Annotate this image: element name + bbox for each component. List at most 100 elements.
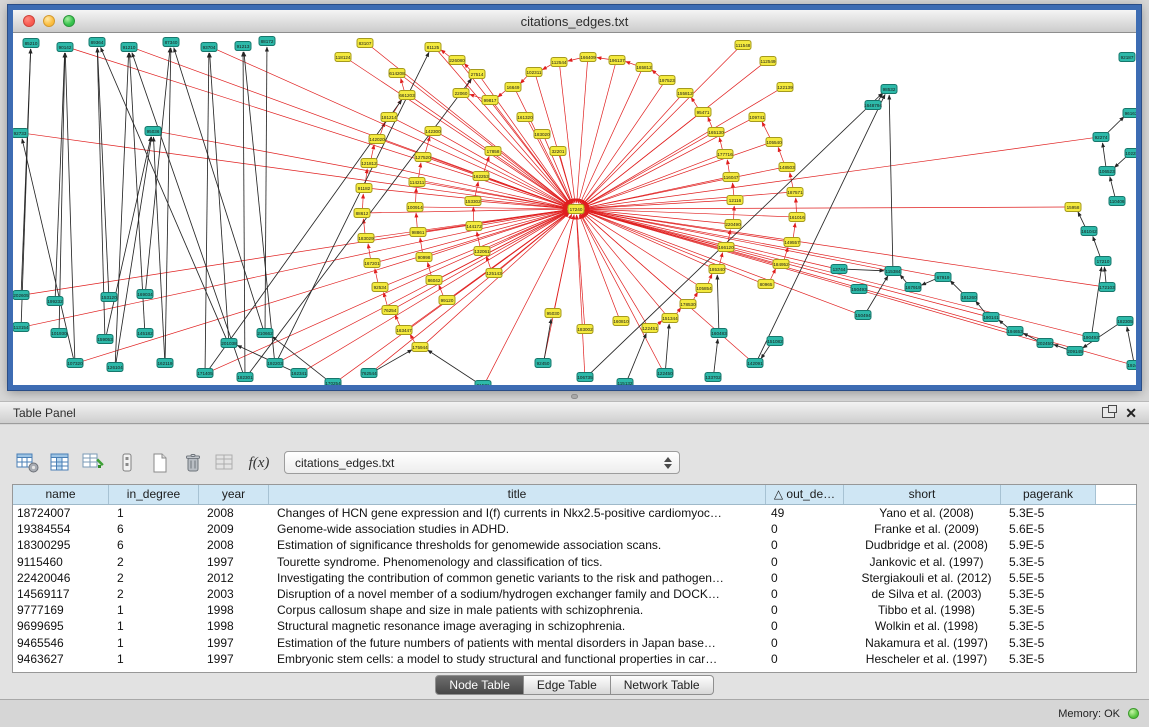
graph-node[interactable]: 209145 [1067, 347, 1083, 356]
graph-node[interactable]: 142091 [747, 359, 763, 368]
graph-node[interactable]: 125143 [486, 269, 502, 278]
graph-node[interactable]: 162341 [291, 369, 307, 378]
graph-node[interactable]: 132061 [474, 247, 490, 256]
graph-node[interactable]: 171405 [197, 369, 213, 378]
graph-node[interactable]: 145182 [137, 329, 153, 338]
graph-node[interactable]: 27514 [469, 70, 485, 79]
graph-node[interactable]: 166409 [580, 53, 596, 62]
graph-node[interactable]: 17210 [1095, 257, 1111, 266]
graph-node[interactable]: 182301 [237, 373, 253, 382]
graph-node[interactable]: 98861 [410, 228, 426, 237]
import-table-button[interactable] [212, 450, 240, 477]
graph-node[interactable]: 181260 [961, 293, 977, 302]
graph-node[interactable]: 86042 [426, 276, 442, 285]
graph-node[interactable]: 160810 [613, 317, 629, 326]
column-header-title[interactable]: title [269, 485, 766, 504]
graph-node[interactable]: 113154 [13, 323, 29, 332]
graph-node[interactable]: 92534 [372, 283, 388, 292]
create-table-button[interactable] [146, 450, 174, 477]
table-row[interactable]: 969969511998Structural magnetic resonanc… [13, 618, 1136, 634]
graph-node[interactable]: 162119 [157, 359, 173, 368]
table-row[interactable]: 946362711997Embryonic stem cells: a mode… [13, 651, 1136, 667]
graph-node[interactable]: 762544 [361, 369, 377, 378]
graph-node[interactable]: 122450 [657, 369, 673, 378]
tab-edge-table[interactable]: Edge Table [524, 675, 611, 695]
graph-node[interactable]: 106735 [577, 373, 593, 382]
graph-node[interactable]: 183002 [577, 325, 593, 334]
column-header-pagerank[interactable]: pagerank [1001, 485, 1096, 504]
graph-node[interactable]: 185340 [709, 265, 725, 274]
graph-node[interactable]: 190493 [1083, 333, 1099, 342]
graph-node[interactable]: 111548 [735, 41, 751, 50]
graph-node[interactable]: 93704 [201, 43, 217, 52]
graph-node[interactable]: 91210 [121, 43, 137, 52]
network-graph-svg[interactable]: 8521090142893649121087340937049121388172… [13, 33, 1136, 385]
graph-node[interactable]: 153120 [101, 293, 117, 302]
graph-node[interactable]: 181214 [381, 113, 397, 122]
graph-node[interactable]: 151344 [662, 314, 678, 323]
graph-node[interactable]: 90142 [57, 43, 73, 52]
table-row[interactable]: 1456911722003Disruption of a novel membe… [13, 586, 1136, 602]
graph-node[interactable]: 76254 [382, 306, 398, 315]
graph-node[interactable]: 159053 [97, 335, 113, 344]
graph-node[interactable]: 85210 [23, 39, 39, 48]
table-row[interactable]: 1938455462009Genome-wide association stu… [13, 521, 1136, 537]
column-header-year[interactable]: year [199, 485, 269, 504]
graph-node[interactable]: 115132 [617, 379, 633, 386]
graph-node[interactable]: 90998 [416, 253, 432, 262]
graph-node[interactable]: 91571 [475, 381, 491, 386]
graph-node[interactable]: 126104 [107, 363, 123, 372]
graph-node[interactable]: 114211 [409, 178, 425, 187]
graph-node[interactable]: 166120 [718, 243, 734, 252]
column-header-short[interactable]: short [844, 485, 1001, 504]
graph-node[interactable]: 202450 [1037, 339, 1053, 348]
graph-node[interactable]: 184952 [773, 260, 789, 269]
window-close-button[interactable] [23, 15, 35, 27]
splitter-handle[interactable] [571, 394, 578, 399]
graph-node[interactable]: 149557 [784, 238, 800, 247]
window-zoom-button[interactable] [63, 15, 75, 27]
graph-node[interactable]: 92733 [13, 129, 28, 138]
graph-node[interactable]: 16649 [505, 83, 521, 92]
graph-node[interactable]: 614208 [389, 69, 405, 78]
graph-node[interactable]: 170254 [325, 379, 341, 386]
graph-node[interactable]: 220490 [725, 220, 741, 229]
graph-node[interactable]: 80965 [758, 280, 774, 289]
tab-network-table[interactable]: Network Table [611, 675, 714, 695]
graph-node[interactable]: 99120 [439, 296, 455, 305]
graph-node[interactable]: 142020 [369, 135, 385, 144]
graph-node[interactable]: 92274 [1093, 133, 1109, 142]
column-header-name[interactable]: name [13, 485, 109, 504]
graph-node[interactable]: 13744 [831, 265, 847, 274]
graph-node[interactable]: 127520 [415, 153, 431, 162]
column-header-out_degree[interactable]: △ out_de… [766, 485, 844, 504]
graph-node[interactable]: 153302 [465, 197, 481, 206]
graph-node[interactable]: 89364 [89, 38, 105, 47]
graph-node[interactable]: 105540 [766, 138, 782, 147]
graph-node[interactable]: 112544 [551, 58, 567, 67]
node-table[interactable]: namein_degreeyeartitle△ out_de…shortpage… [12, 484, 1137, 673]
column-header-in_degree[interactable]: in_degree [109, 485, 199, 504]
graph-node[interactable]: 187571 [787, 188, 803, 197]
graph-node[interactable]: 107320 [67, 359, 83, 368]
table-row[interactable]: 911546021997Tourette syndrome. Phenomeno… [13, 554, 1136, 570]
graph-node[interactable]: 226080 [449, 56, 465, 65]
table-row[interactable]: 1872400712008Changes of HCN gene express… [13, 505, 1136, 521]
graph-node[interactable]: 22060 [453, 89, 469, 98]
graph-node[interactable]: 88172 [259, 37, 275, 46]
graph-node[interactable]: 105854 [696, 284, 712, 293]
graph-node[interactable]: 116047 [723, 173, 739, 182]
graph-node[interactable]: 199232 [47, 297, 63, 306]
edit-table-button[interactable] [80, 450, 108, 477]
show-columns-button[interactable] [47, 450, 75, 477]
graph-node[interactable]: 109741 [749, 113, 765, 122]
graph-node[interactable]: 122451 [642, 324, 658, 333]
graph-node[interactable]: 67919 [935, 273, 951, 282]
close-panel-icon[interactable]: ✕ [1125, 406, 1137, 420]
graph-node[interactable]: 133702 [705, 373, 721, 382]
row-tools-button[interactable] [113, 450, 141, 477]
graph-node[interactable]: 201038 [221, 339, 237, 348]
graph-node[interactable]: 155812 [677, 89, 693, 98]
graph-node[interactable]: 101930 [51, 329, 67, 338]
graph-node[interactable]: 122139 [777, 83, 793, 92]
